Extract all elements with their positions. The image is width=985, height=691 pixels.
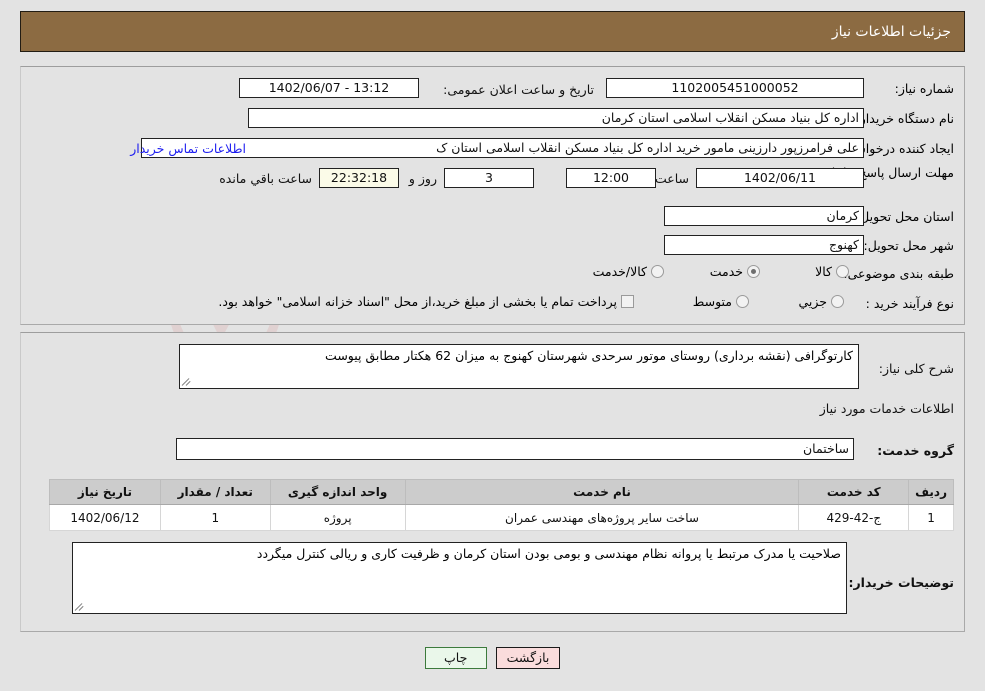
back-button[interactable]: بازگشت xyxy=(495,647,561,669)
cell-radif: 1 xyxy=(908,504,954,531)
buyer-org-label: نام دستگاه خریدار: xyxy=(855,111,954,126)
city-field[interactable]: کهنوج xyxy=(664,235,864,255)
purchase-type-option-jozi[interactable]: جزیي xyxy=(794,294,844,309)
print-button[interactable]: چاپ xyxy=(424,647,487,669)
need-info-panel: شماره نیاز: 1102005451000052 تاریخ و ساع… xyxy=(20,66,965,325)
buyer-notes-label: توضیحات خریدار: xyxy=(848,575,954,590)
announce-datetime-field[interactable]: 13:12 - 1402/06/07 xyxy=(239,78,419,98)
col-quantity: تعداد / مقدار xyxy=(159,479,271,505)
countdown-timer-field: 22:32:18 xyxy=(319,168,399,188)
service-group-field[interactable]: ساختمان xyxy=(176,438,854,460)
need-summary-label: شرح کلی نیاز: xyxy=(878,361,954,376)
treasury-bond-checkbox[interactable] xyxy=(621,295,634,308)
buyer-notes-text: صلاحیت یا مدرک مرتبط یا پروانه نظام مهند… xyxy=(256,546,841,561)
purchase-type-label-motavaset: متوسط xyxy=(692,294,732,309)
category-option-kala-khedmat[interactable]: کالا/خدمت xyxy=(589,264,664,279)
need-summary-text: کارتوگرافی (نقشه برداری) روستای موتور سر… xyxy=(325,348,853,363)
need-summary-textarea[interactable]: کارتوگرافی (نقشه برداری) روستای موتور سر… xyxy=(179,344,859,389)
treasury-bond-label: پرداخت تمام یا بخشی از مبلغ خرید،از محل … xyxy=(218,294,617,309)
services-table: ردیف کد خدمت نام خدمت واحد اندازه گیری ت… xyxy=(49,479,954,531)
remaining-days-field[interactable]: 3 xyxy=(444,168,534,188)
col-unit: واحد اندازه گیری xyxy=(269,479,406,505)
cell-service-name: ساخت سایر پروژه‌های مهندسی عمران xyxy=(404,504,800,531)
cell-unit: پروژه xyxy=(269,504,406,531)
cell-quantity: 1 xyxy=(159,504,271,531)
cell-need-date: 1402/06/12 xyxy=(49,504,161,531)
deadline-time-label: ساعت xyxy=(654,171,689,186)
page-title: جزئیات اطلاعات نیاز xyxy=(831,24,951,40)
purchase-type-radio-jozi[interactable] xyxy=(831,295,844,308)
col-service-name: نام خدمت xyxy=(404,479,800,505)
cell-service-code: ج-42-429 xyxy=(798,504,910,531)
city-label: شهر محل تحویل: xyxy=(863,238,954,253)
category-radio-kala-khedmat[interactable] xyxy=(651,265,664,278)
table-row: 1 ج-42-429 ساخت سایر پروژه‌های مهندسی عم… xyxy=(49,504,954,531)
purchase-type-option-motavaset[interactable]: متوسط xyxy=(689,294,749,309)
purchase-type-label-jozi: جزیي xyxy=(798,294,827,309)
col-service-code: کد خدمت xyxy=(798,479,910,505)
category-label: طبقه بندی موضوعی: xyxy=(843,266,954,281)
deadline-time-field[interactable]: 12:00 xyxy=(566,168,656,188)
service-details-panel: شرح کلی نیاز: کارتوگرافی (نقشه برداری) ر… xyxy=(20,332,965,632)
resize-grip-icon[interactable] xyxy=(182,377,192,387)
province-field[interactable]: کرمان xyxy=(664,206,864,226)
buyer-org-field[interactable]: اداره کل بنیاد مسکن انقلاب اسلامی استان … xyxy=(248,108,864,128)
announce-datetime-label: تاریخ و ساعت اعلان عمومی: xyxy=(443,82,594,97)
col-need-date: تاریخ نیاز xyxy=(49,479,161,505)
category-option-label-khedmat: خدمت xyxy=(709,264,743,279)
need-number-label: شماره نیاز: xyxy=(894,81,954,96)
deadline-date-field[interactable]: 1402/06/11 xyxy=(696,168,864,188)
category-option-kala[interactable]: کالا xyxy=(811,264,849,279)
services-section-title: اطلاعات خدمات مورد نیاز xyxy=(819,401,954,416)
col-radif: ردیف xyxy=(908,479,954,505)
purchase-type-label: نوع فرآیند خرید : xyxy=(865,296,954,311)
service-group-label: گروه خدمت: xyxy=(877,443,954,458)
category-radio-kala[interactable] xyxy=(836,265,849,278)
action-button-bar: بازگشت چاپ xyxy=(0,647,985,669)
purchase-type-radio-motavaset[interactable] xyxy=(736,295,749,308)
countdown-timer-label: ساعت باقي مانده xyxy=(219,171,312,186)
remaining-days-label: روز و xyxy=(408,171,437,186)
need-number-field[interactable]: 1102005451000052 xyxy=(606,78,864,98)
treasury-bond-option[interactable]: پرداخت تمام یا بخشی از مبلغ خرید،از محل … xyxy=(214,294,634,309)
resize-grip-icon[interactable] xyxy=(75,602,85,612)
services-table-header-row: ردیف کد خدمت نام خدمت واحد اندازه گیری ت… xyxy=(49,479,954,505)
buyer-notes-textarea[interactable]: صلاحیت یا مدرک مرتبط یا پروانه نظام مهند… xyxy=(72,542,847,614)
category-option-khedmat[interactable]: خدمت xyxy=(706,264,760,279)
province-label: استان محل تحویل: xyxy=(855,209,954,224)
category-radio-khedmat[interactable] xyxy=(747,265,760,278)
buyer-contact-info-link[interactable]: اطلاعات تماس خریدار xyxy=(130,141,246,156)
category-option-label-kala-khedmat: کالا/خدمت xyxy=(592,264,647,279)
page-header: جزئیات اطلاعات نیاز xyxy=(20,11,965,52)
requester-field[interactable]: علی فرامرزپور دارزینی مامور خرید اداره ک… xyxy=(141,138,864,158)
category-option-label-kala: کالا xyxy=(815,264,832,279)
